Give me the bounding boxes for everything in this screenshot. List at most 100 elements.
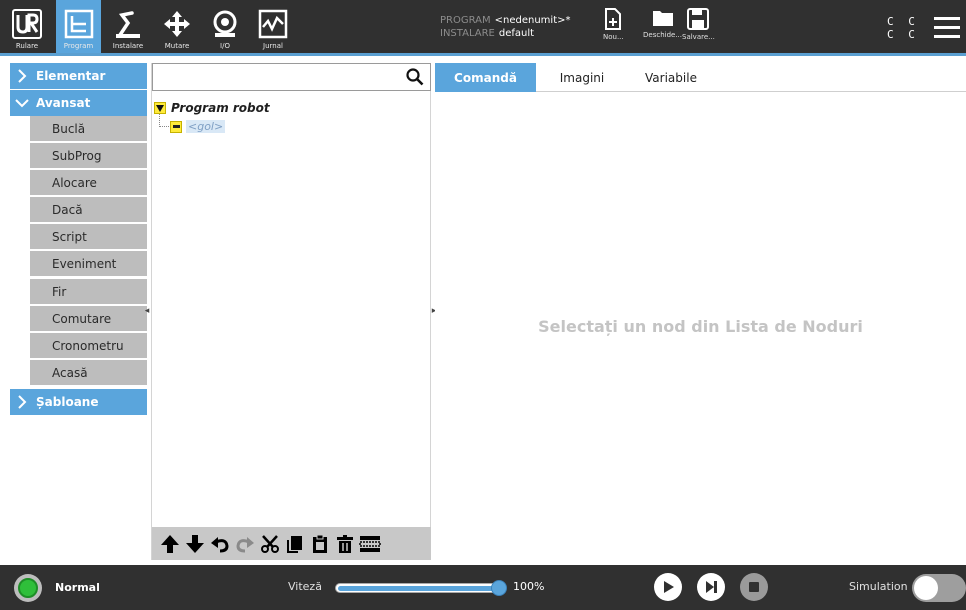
program-icon [64,9,93,39]
folder-icon [652,11,673,26]
move-up-button[interactable] [158,531,182,557]
tree-connector [159,114,169,127]
node-if-button[interactable]: Dacă [30,197,147,222]
nav-program-button[interactable]: Program [56,0,101,53]
tab-command[interactable]: Comandă [435,63,536,92]
nav-installation-button[interactable]: Instalare [106,0,150,53]
nav-run-label: Rulare [15,42,39,50]
program-info: PROGRAM <nedenumit>* INSTALARE default [440,14,571,40]
content-tabs: Comandă Imagini Variabile [435,63,966,92]
tree-search-input[interactable] [157,65,397,89]
save-file-button[interactable]: Salvare... [682,8,715,41]
open-file-button[interactable]: Deschide... [643,8,682,39]
nav-run-button[interactable]: Rulare [4,0,50,53]
nav-io-button[interactable]: I/O [205,0,245,53]
speed-value: 100% [513,580,545,593]
bottom-status-bar: Normal Viteză 100% Simulation [0,565,966,610]
search-icon[interactable] [406,68,424,86]
nav-move-button[interactable]: Mutare [155,0,199,53]
tab-command-label: Comandă [454,70,517,85]
node-timer-button[interactable]: Cronometru [30,333,147,358]
nav-log-button[interactable]: Jurnal [250,0,296,53]
chevron-right-icon [18,69,27,83]
ur-logo-icon [12,9,42,39]
delete-button[interactable] [333,531,357,557]
tree-root-label: Program robot [171,101,270,115]
speed-slider-handle[interactable] [491,580,507,596]
robot-status-text: Normal [55,581,100,594]
node-assignment-button[interactable]: Alocare [30,170,147,195]
node-script-label: Script [52,229,87,244]
nav-program-label: Program [63,42,94,50]
log-icon [258,9,288,39]
control-indicator-bottom: C C [887,28,919,41]
clipboard-icon [313,534,327,553]
category-templates-label: Șabloane [36,395,99,409]
empty-selection-message: Selectați un nod din Lista de Noduri [538,317,863,336]
program-name: <nedenumit>* [494,15,571,26]
node-script-button[interactable]: Script [30,224,147,249]
chevron-down-icon [15,99,29,108]
hamburger-menu-icon[interactable] [934,17,960,44]
tree-toolbar [152,527,431,560]
nav-io-label: I/O [220,42,230,50]
tree-node-empty[interactable]: <gol> [170,120,226,133]
top-header: Rulare Program Instalare Mutare I/O Jurn… [0,0,966,56]
node-event-button[interactable]: Eveniment [30,251,147,276]
installation-name: default [498,28,535,39]
tab-variables-label: Variabile [645,70,697,85]
copy-button[interactable] [283,531,307,557]
installation-icon [116,11,140,38]
simulation-toggle[interactable] [912,574,966,602]
category-elementar[interactable]: Elementar [10,63,147,89]
move-down-button[interactable] [183,531,207,557]
trash-icon [337,534,353,553]
node-subprog-button[interactable]: SubProg [30,143,147,168]
new-file-button[interactable]: Nou... [603,8,624,41]
node-home-button[interactable]: Acasă [30,360,147,385]
step-button[interactable] [697,573,725,601]
new-file-icon [605,8,622,30]
stop-button[interactable] [740,573,768,601]
tab-images-label: Imagini [559,70,605,85]
suppress-button[interactable] [358,531,382,557]
tab-variables[interactable]: Variabile [628,63,714,92]
control-indicator: C C C C [887,15,919,41]
node-switch-button[interactable]: Comutare [30,306,147,331]
play-button[interactable] [654,573,682,601]
node-home-label: Acasă [52,365,88,380]
speed-slider-fill [338,586,504,591]
speed-slider-track[interactable] [335,583,505,593]
cut-button[interactable] [258,531,282,557]
stop-icon [749,582,759,592]
tree-empty-label: <gol> [186,120,226,133]
simulation-label: Simulation [849,580,908,593]
program-key: PROGRAM [440,15,491,26]
node-loop-button[interactable]: Buclă [30,116,147,141]
undo-icon [211,536,229,552]
tab-images[interactable]: Imagini [536,63,628,92]
paste-button[interactable] [308,531,332,557]
nav-move-label: Mutare [164,42,190,50]
step-icon [706,581,717,593]
arrow-down-icon [186,534,204,553]
chevron-right-icon [18,395,27,409]
scissors-icon [261,534,279,553]
tree-node-root[interactable]: Program robot [154,101,270,115]
node-thread-button[interactable]: Fir [30,279,147,304]
speed-label: Viteză [288,580,322,593]
node-event-label: Eveniment [52,256,117,271]
status-indicator-icon [18,578,38,598]
category-elementar-label: Elementar [36,69,106,83]
copy-icon [287,535,302,553]
redo-button[interactable] [233,531,257,557]
arrow-up-icon [161,534,179,553]
collapse-triangle-icon[interactable] [154,102,166,114]
collapse-sidebar-handle[interactable]: ◂ [143,304,151,318]
category-templates[interactable]: Șabloane [10,389,147,415]
category-avansat[interactable]: Avansat [10,90,147,116]
undo-button[interactable] [208,531,232,557]
robot-status-button[interactable] [14,574,42,602]
nav-installation-label: Instalare [112,42,144,50]
tree-search-box [152,63,431,91]
